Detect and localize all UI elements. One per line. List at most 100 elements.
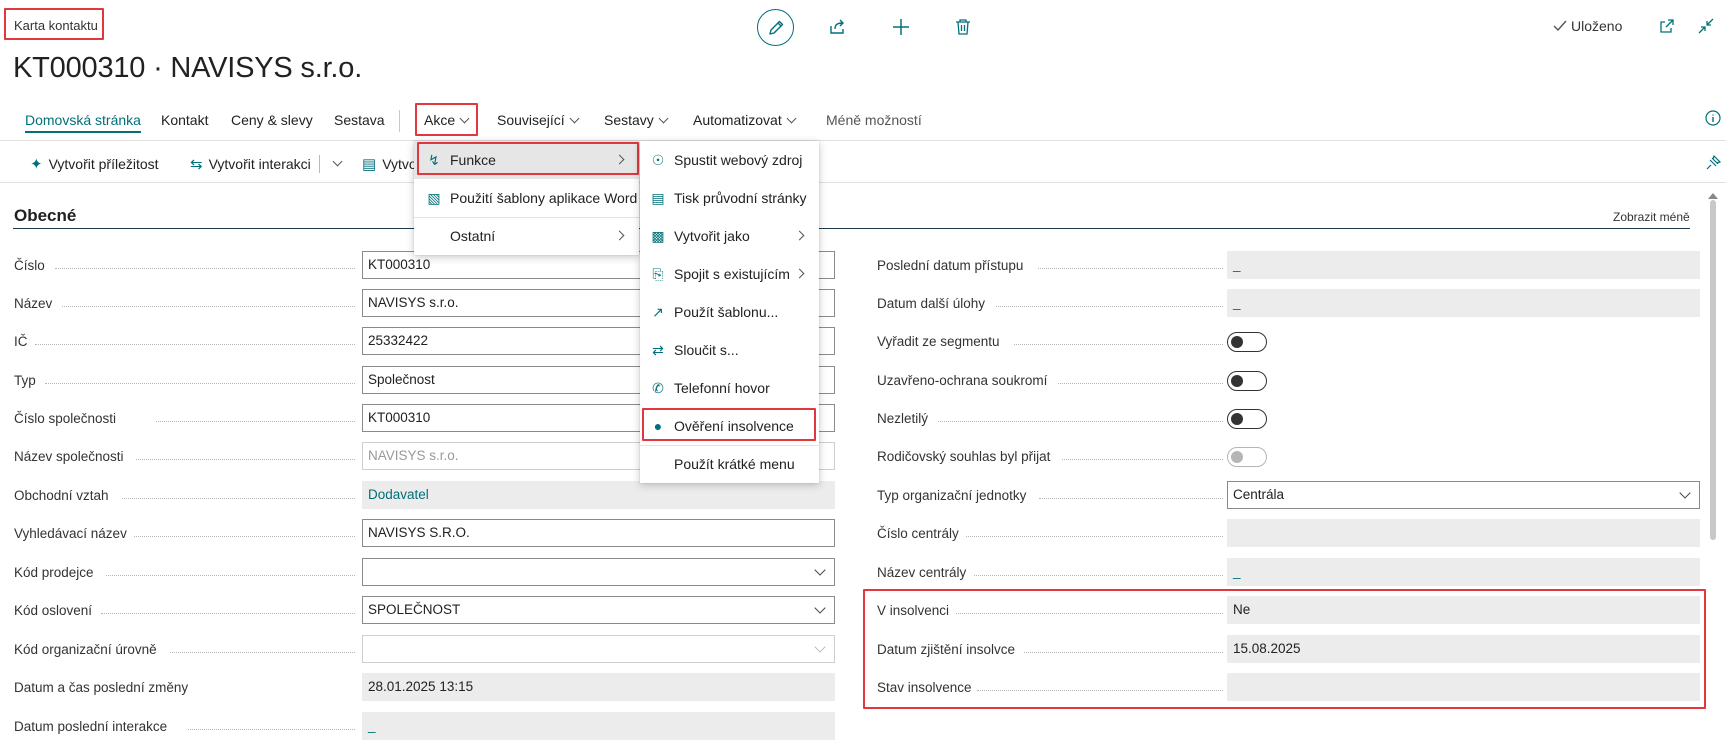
tab-prices[interactable]: Ceny & slevy (231, 112, 313, 128)
create-opportunity-button[interactable]: ✦ Vytvořit příležitost (30, 155, 159, 173)
menu-item-short-menu[interactable]: Použít krátké menu (640, 445, 819, 483)
label-leader (136, 459, 355, 460)
label-leader (106, 575, 355, 576)
show-less-link[interactable]: Zobrazit méně (1613, 210, 1690, 224)
open-in-new-icon (1660, 19, 1674, 33)
menu-item-link-existing[interactable]: ⎘ Spojit s existujícím (640, 255, 819, 293)
print-icon: ▤ (651, 189, 665, 206)
label-leader (122, 498, 355, 499)
scrollbar[interactable] (1710, 200, 1716, 540)
create-menu-button[interactable]: ▤ Vytvo (362, 155, 417, 173)
edit-button[interactable] (757, 9, 794, 46)
tab-report[interactable]: Sestava (334, 112, 385, 128)
toggle-vyradit-ze-segmentu[interactable] (1227, 332, 1267, 352)
menu-item-phone-call[interactable]: ✆ Telefonní hovor (640, 369, 819, 407)
nav-separator (0, 140, 1726, 141)
field-label-kod-prodejce: Kód prodejce (14, 565, 94, 580)
tab-actions-label: Akce (424, 112, 456, 128)
field-label-obchodni-vztah: Obchodní vztah (14, 488, 109, 503)
tab-reports[interactable]: Sestavy (604, 112, 669, 128)
label-leader (938, 421, 1223, 422)
label-leader (1062, 459, 1223, 460)
field-label-uzavreno-ochrana: Uzavřeno-ochrana soukromí (877, 373, 1048, 388)
saved-label: Uloženo (1571, 18, 1623, 34)
menu-item-create-as-label: Vytvořit jako (674, 228, 750, 244)
field-label-nezletily: Nezletilý (877, 411, 929, 426)
field-kod-prodejce[interactable] (362, 558, 835, 586)
label-leader (101, 613, 355, 614)
menu-item-web-source[interactable]: ☉ Spustit webový zdroj (640, 141, 819, 179)
functions-highlight (417, 142, 639, 175)
tab-contact[interactable]: Kontakt (161, 112, 208, 128)
field-kod-organizacni-urovne (362, 635, 835, 663)
share-button[interactable] (826, 15, 850, 39)
chevron-down-icon (459, 113, 470, 124)
field-typ-organizacni-jednotky[interactable]: Centrála (1227, 481, 1700, 509)
menu-item-create-as[interactable]: ▩ Vytvořit jako (640, 217, 819, 255)
field-posledni-pristup[interactable]: _ (1227, 251, 1700, 279)
delete-button[interactable] (951, 15, 975, 39)
menu-item-other[interactable]: Ostatní (414, 217, 639, 255)
create-menu-label: Vytvo (382, 156, 417, 172)
template-icon: ↗ (652, 303, 664, 320)
link-document-icon: ⎘ (652, 265, 664, 282)
create-interaction-button[interactable]: ⇆ Vytvořit interakci (190, 155, 343, 173)
tab-automate-label: Automatizovat (693, 112, 782, 128)
label-leader (62, 306, 355, 307)
opportunity-icon: ✦ (30, 156, 43, 173)
field-label-rodicovsky-souhlas: Rodičovský souhlas byl přijat (877, 449, 1051, 464)
menu-item-merge-label: Sloučit s... (674, 342, 739, 358)
chevron-down-icon (658, 113, 669, 124)
field-label-cislo-spolecnosti: Číslo společnosti (14, 411, 117, 426)
menu-item-phone-call-label: Telefonní hovor (674, 380, 770, 396)
split-divider (318, 155, 320, 173)
open-new-window-button[interactable] (1655, 14, 1679, 38)
plus-icon (893, 19, 909, 35)
tab-related[interactable]: Související (497, 112, 580, 128)
new-button[interactable] (889, 15, 913, 39)
field-dalsi-uloha[interactable]: _ (1227, 289, 1700, 317)
chevron-down-icon (569, 113, 580, 124)
personalize-button[interactable] (1705, 154, 1722, 174)
field-label-kod-osloveni: Kód oslovení (14, 603, 93, 618)
tab-home[interactable]: Domovská stránka (25, 112, 141, 133)
field-vyhledavaci-nazev[interactable]: NAVISYS S.R.O. (362, 519, 835, 547)
field-typ-organizacni-jednotky-value: Centrála (1233, 487, 1285, 502)
field-kod-osloveni[interactable]: SPOLEČNOST (362, 596, 835, 624)
insolvency-check-highlight (642, 408, 816, 441)
scroll-up-arrow[interactable] (1708, 193, 1718, 199)
info-button[interactable] (1705, 110, 1721, 129)
menu-item-web-source-label: Spustit webový zdroj (674, 152, 803, 168)
tab-actions[interactable]: Akce (424, 112, 470, 128)
toggle-rodicovsky-souhlas (1227, 447, 1267, 467)
breadcrumb[interactable]: Karta kontaktu (14, 18, 98, 33)
menu-item-word-template[interactable]: ▧ Použití šablony aplikace Word (414, 179, 639, 217)
field-obchodni-vztah[interactable]: Dodavatel (362, 481, 835, 509)
field-datum-interakce[interactable]: _ (362, 712, 835, 740)
label-leader (1039, 498, 1223, 499)
page-title: KT000310 · NAVISYS s.r.o. (13, 52, 363, 84)
field-label-nazev: Název (14, 296, 53, 311)
field-cislo-centraly (1227, 519, 1700, 547)
menu-item-apply-template[interactable]: ↗ Použít šablonu... (640, 293, 819, 331)
menu-item-merge[interactable]: ⇄ Sloučit s... (640, 331, 819, 369)
menu-item-link-existing-label: Spojit s existujícím (674, 266, 790, 282)
pencil-icon (768, 20, 783, 35)
toggle-uzavreno-ochrana[interactable] (1227, 371, 1267, 391)
chevron-right-icon (614, 230, 625, 241)
fewer-options[interactable]: Méně možností (826, 112, 922, 128)
collapse-button[interactable] (1694, 14, 1718, 38)
menu-item-print-cover[interactable]: ▤ Tisk průvodní stránky (640, 179, 819, 217)
toggle-nezletily[interactable] (1227, 409, 1267, 429)
field-nazev-centraly[interactable]: _ (1227, 558, 1700, 586)
phone-icon: ✆ (652, 379, 664, 396)
tab-automate[interactable]: Automatizovat (693, 112, 797, 128)
collapse-icon (1698, 18, 1714, 34)
saved-status: Uloženo (1553, 18, 1622, 34)
menu-item-word-template-label: Použití šablony aplikace Word (450, 190, 638, 206)
create-interaction-label: Vytvořit interakci (208, 156, 311, 172)
menu-item-short-menu-label: Použít krátké menu (674, 456, 795, 472)
field-label-datum-interakce: Datum poslední interakce (14, 719, 168, 734)
section-underline (13, 228, 1690, 229)
nav-divider (399, 110, 400, 132)
